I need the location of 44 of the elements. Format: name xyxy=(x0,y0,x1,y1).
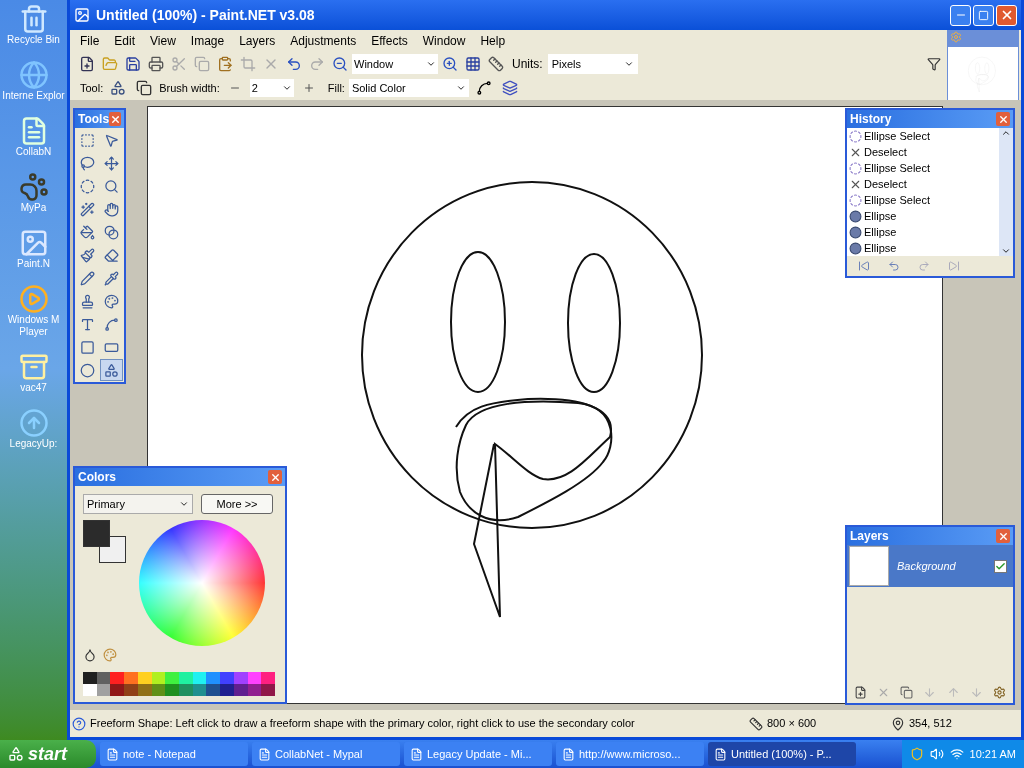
status-hint: Freeform Shape: Left click to draw a freeform shape with the primary color, right click to use the secondary color xyxy=(90,716,636,732)
history-item[interactable]: Ellipse Select xyxy=(864,127,931,145)
more-button[interactable]: More >> xyxy=(201,494,273,514)
panel-title: History xyxy=(850,111,892,128)
fill-label: Fill: xyxy=(327,80,345,96)
layer-name: Background xyxy=(897,558,956,574)
history-item[interactable]: Ellipse xyxy=(864,239,897,257)
menu-item[interactable]: Image xyxy=(184,32,231,50)
taskbar-button[interactable]: CollabNet - Mypal xyxy=(252,742,400,766)
brush-width-field[interactable]: 2 xyxy=(249,79,294,97)
brush-width-label: Brush width: xyxy=(159,80,220,96)
clock: 10:21 AM xyxy=(969,746,1016,762)
menu-item[interactable]: Adjustments xyxy=(284,32,363,50)
menu-item[interactable]: File xyxy=(74,32,106,50)
history-item[interactable]: Deselect xyxy=(864,143,907,161)
layer-row[interactable]: Background xyxy=(847,545,1013,587)
image-size: 800 × 600 xyxy=(767,716,818,732)
panel-title: Colors xyxy=(78,469,116,486)
tool-label: Tool: xyxy=(80,80,104,96)
panel-title: Tools xyxy=(78,111,110,128)
window-title: Untitled (100%) - Paint.NET v3.08 xyxy=(96,5,315,25)
taskbar-button[interactable]: note - Notepad xyxy=(100,742,248,766)
fill-dropdown[interactable]: Solid Color xyxy=(348,79,469,97)
color-mode-dropdown[interactable]: Primary xyxy=(83,494,193,514)
taskbar-button[interactable]: Legacy Update - Mi... xyxy=(404,742,552,766)
history-item[interactable]: Deselect xyxy=(864,175,907,193)
panel-title: Layers xyxy=(850,528,889,545)
menu-item[interactable]: Layers xyxy=(233,32,282,50)
zoom-dropdown[interactable]: Window xyxy=(352,54,438,74)
menu-item[interactable]: View xyxy=(144,32,182,50)
history-item[interactable]: Ellipse xyxy=(864,207,897,225)
menu-item[interactable]: Help xyxy=(474,32,512,50)
menu-item[interactable]: Effects xyxy=(365,32,414,50)
taskbar-button[interactable]: Untitled (100%) - P... xyxy=(708,742,856,766)
units-label: Units: xyxy=(512,56,543,73)
cursor-position: 354, 512 xyxy=(909,716,952,732)
units-dropdown[interactable]: Pixels xyxy=(547,54,638,74)
taskbar-button[interactable]: http://www.microso... xyxy=(556,742,704,766)
menu-item[interactable]: Window xyxy=(416,32,472,50)
start-button[interactable]: start xyxy=(0,740,96,768)
history-item[interactable]: Ellipse Select xyxy=(864,191,931,209)
history-item[interactable]: Ellipse Select xyxy=(864,159,931,177)
history-item[interactable]: Ellipse xyxy=(864,223,897,241)
menu-item[interactable]: Edit xyxy=(108,32,142,50)
